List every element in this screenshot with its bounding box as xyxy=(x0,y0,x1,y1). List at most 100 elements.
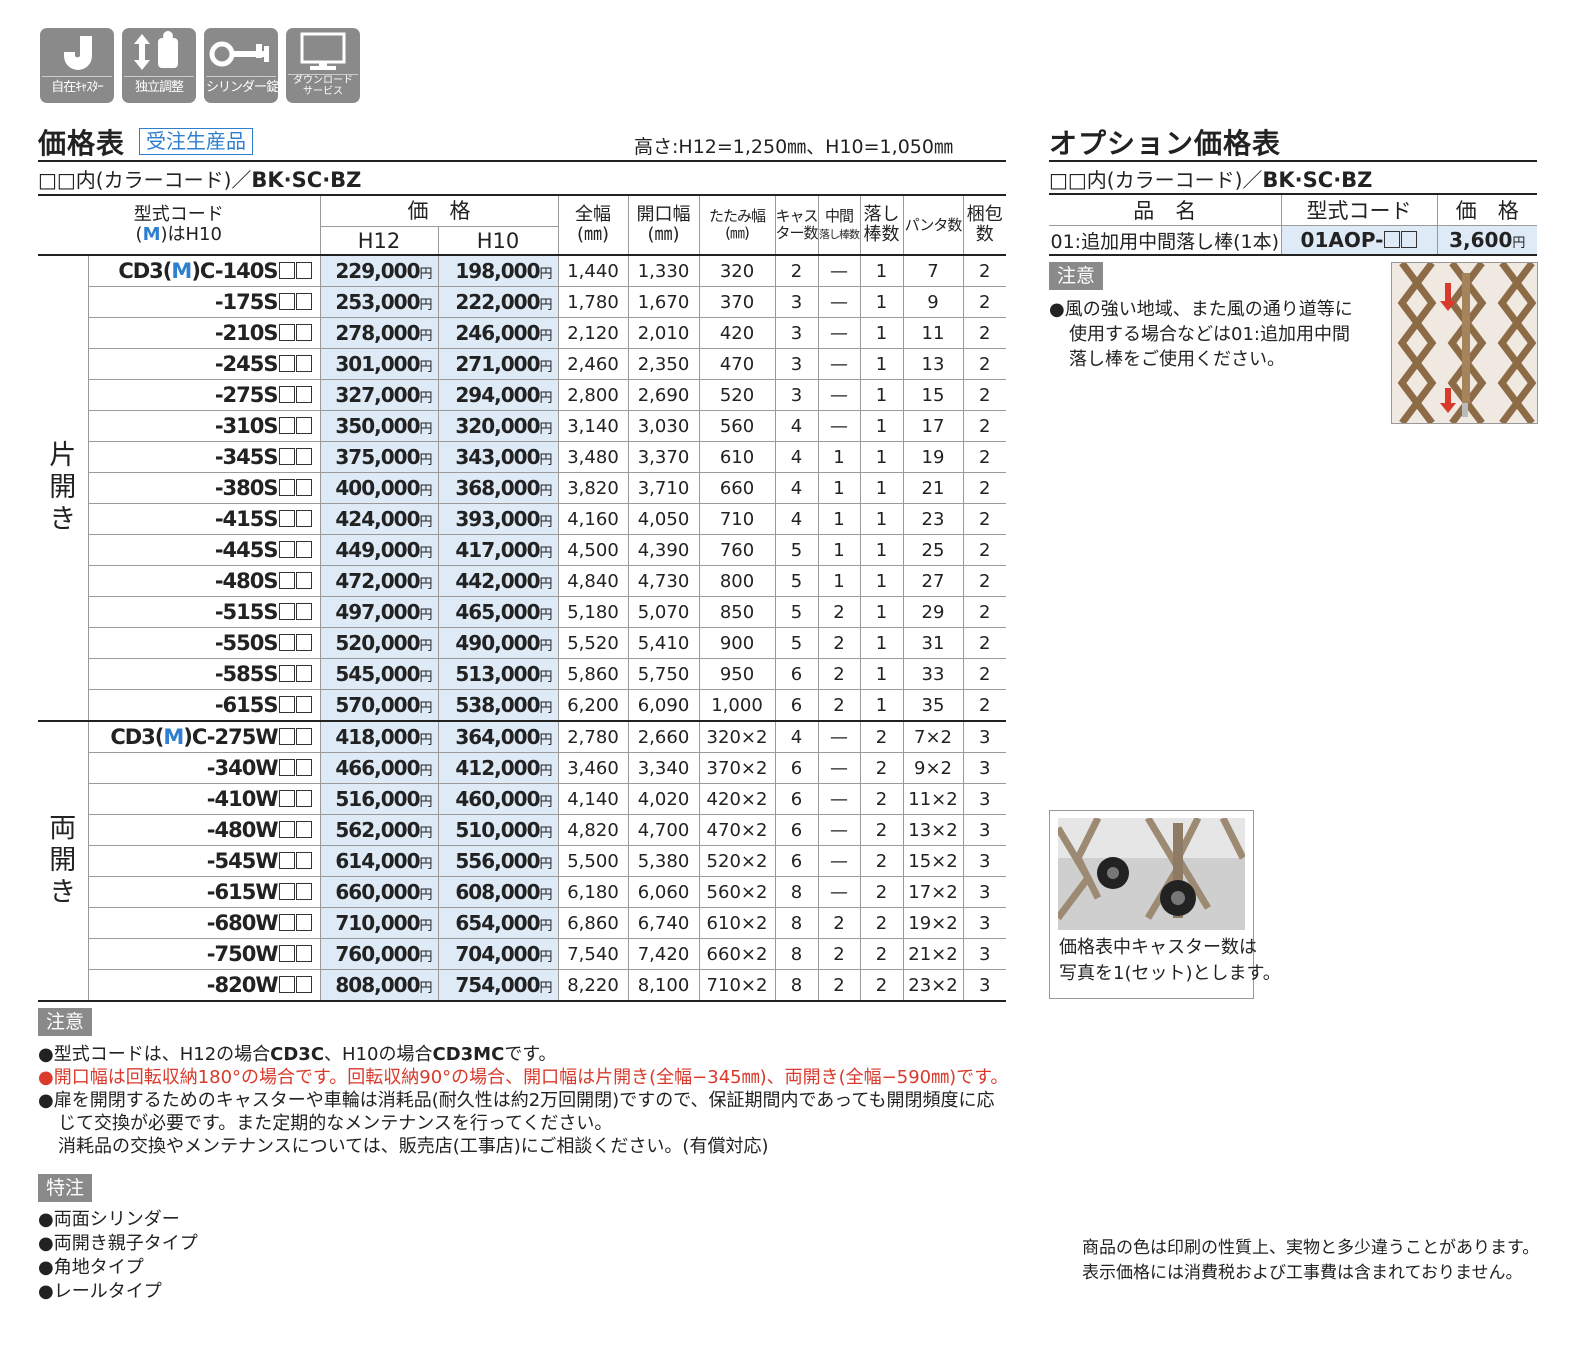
model-code: -410W xyxy=(87,783,321,815)
special-item: ●両面シリンダー xyxy=(38,1209,180,1230)
price-h12: 808,000円 xyxy=(319,969,439,1002)
cell-open: 8,100 xyxy=(627,969,700,1002)
group-label: 両開き xyxy=(38,720,89,1002)
cell-panta: 27 xyxy=(902,565,964,597)
price-h10: 412,000円 xyxy=(437,752,559,784)
cell-casters: 8 xyxy=(774,969,819,1002)
color-code-note: □□内(カラーコード)／BK·SC·BZ xyxy=(38,168,362,192)
cell-fold: 320 xyxy=(698,254,776,287)
option-notes-label: 注意 xyxy=(1049,262,1104,290)
model-code: -210S xyxy=(87,317,321,349)
price-header: 価 格 xyxy=(319,194,559,227)
cell-panta: 33 xyxy=(902,658,964,690)
rods-header: 落し 棒数 xyxy=(859,194,904,256)
model-code: -245S xyxy=(87,348,321,380)
table-row: -310S 350,000円 320,000円 3,140 3,030 560 4—1 17 2 xyxy=(38,410,1006,442)
cell-mid: 1 xyxy=(817,534,861,566)
price-h10: 513,000円 xyxy=(437,658,559,690)
table-row: -410W 516,000円 460,000円 4,140 4,020 420×2 6—2 1… xyxy=(38,783,1006,815)
model-code: -480W xyxy=(87,814,321,846)
cell-mid: 2 xyxy=(817,938,861,970)
cell-full: 3,140 xyxy=(557,410,629,442)
cell-casters: 4 xyxy=(774,472,819,504)
cell-casters: 5 xyxy=(774,534,819,566)
price-h10: 364,000円 xyxy=(437,720,559,753)
cell-panta: 17×2 xyxy=(902,876,964,908)
cell-full: 5,180 xyxy=(557,596,629,628)
cell-fold: 520×2 xyxy=(698,845,776,877)
price-h12: 562,000円 xyxy=(319,814,439,846)
cell-panta: 9 xyxy=(902,286,964,318)
price-h10: 393,000円 xyxy=(437,503,559,535)
cell-fold: 950 xyxy=(698,658,776,690)
cell-packs: 2 xyxy=(962,503,1006,535)
cell-mid: — xyxy=(817,720,861,753)
price-h10: 460,000円 xyxy=(437,783,559,815)
cell-full: 3,820 xyxy=(557,472,629,504)
model-code-header: 型式コード (M)はH10 xyxy=(38,194,321,256)
model-code: CD3(M)C-140S xyxy=(87,254,321,287)
cell-packs: 2 xyxy=(962,410,1006,442)
cell-panta: 19 xyxy=(902,441,964,473)
cell-packs: 3 xyxy=(962,876,1006,908)
cell-full: 5,860 xyxy=(557,658,629,690)
price-h10: 556,000円 xyxy=(437,845,559,877)
table-row: 01:追加用中間落し棒(1本) 01AOP- 3,600円 xyxy=(1049,225,1537,256)
cell-packs: 3 xyxy=(962,783,1006,815)
model-code: -515S xyxy=(87,596,321,628)
cell-open: 7,420 xyxy=(627,938,700,970)
cell-mid: — xyxy=(817,317,861,349)
mid-rods-header: 中間 落し棒数 xyxy=(817,194,861,256)
cell-casters: 5 xyxy=(774,627,819,659)
cell-panta: 31 xyxy=(902,627,964,659)
cell-rods: 2 xyxy=(859,907,904,939)
model-code: -820W xyxy=(87,969,321,1002)
model-code: -550S xyxy=(87,627,321,659)
cell-packs: 2 xyxy=(962,348,1006,380)
cell-casters: 3 xyxy=(774,286,819,318)
note-caster-consumable-3: 消耗品の交換やメンテナンスについては、販売店(工事店)にご相談ください。(有償対… xyxy=(58,1136,769,1157)
cell-full: 6,860 xyxy=(557,907,629,939)
cell-packs: 3 xyxy=(962,845,1006,877)
cell-panta: 35 xyxy=(902,689,964,722)
special-item: ●レールタイプ xyxy=(38,1281,162,1302)
cell-rods: 1 xyxy=(859,410,904,442)
note-caster-consumable-2: じて交換が必要です。また定期的なメンテナンスを行ってください。 xyxy=(58,1113,613,1134)
cell-packs: 2 xyxy=(962,658,1006,690)
cell-panta: 23×2 xyxy=(902,969,964,1002)
cell-casters: 4 xyxy=(774,720,819,753)
model-code: -615S xyxy=(87,689,321,722)
cell-full: 3,460 xyxy=(557,752,629,784)
cell-rods: 2 xyxy=(859,783,904,815)
cell-panta: 15×2 xyxy=(902,845,964,877)
cell-packs: 2 xyxy=(962,565,1006,597)
packs-header: 梱包数 xyxy=(962,194,1006,256)
cell-casters: 5 xyxy=(774,596,819,628)
cell-panta: 13 xyxy=(902,348,964,380)
cell-open: 5,070 xyxy=(627,596,700,628)
price-h10: 198,000円 xyxy=(437,254,559,287)
cell-fold: 1,000 xyxy=(698,689,776,722)
price-h10: 704,000円 xyxy=(437,938,559,970)
cell-casters: 4 xyxy=(774,410,819,442)
cell-panta: 9×2 xyxy=(902,752,964,784)
cell-panta: 23 xyxy=(902,503,964,535)
cell-full: 4,840 xyxy=(557,565,629,597)
monitor-icon xyxy=(286,28,360,76)
cell-packs: 3 xyxy=(962,752,1006,784)
option-code-header: 型式コード xyxy=(1280,193,1438,226)
price-h12: 466,000円 xyxy=(319,752,439,784)
cell-open: 4,730 xyxy=(627,565,700,597)
cell-mid: — xyxy=(817,845,861,877)
price-title-rule xyxy=(38,160,1006,162)
table-row: -615S 570,000円 538,000円 6,200 6,090 1,000 6 2 1 3… xyxy=(38,689,1006,722)
model-code: CD3(M)C-275W xyxy=(87,720,321,753)
cell-packs: 2 xyxy=(962,472,1006,504)
adjust-label: 独立調整 xyxy=(124,76,194,99)
cell-full: 4,140 xyxy=(557,783,629,815)
cell-open: 4,700 xyxy=(627,814,700,846)
table-row: -345S 375,000円 343,000円 3,480 3,370 610 4 1 1 19 2 xyxy=(38,441,1006,473)
cell-casters: 4 xyxy=(774,503,819,535)
cell-panta: 11 xyxy=(902,317,964,349)
price-table-body: 片開き CD3(M)C-140S 229,000円 198,000円 1,440 1,33… xyxy=(38,254,1006,1002)
